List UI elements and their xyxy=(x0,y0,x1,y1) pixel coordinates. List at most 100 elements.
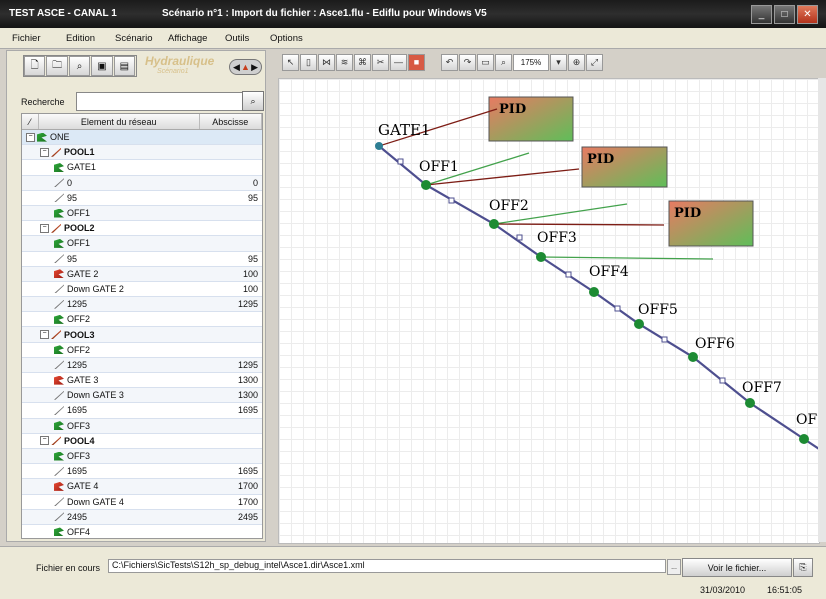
tree-row[interactable]: − POOL1 xyxy=(22,145,262,161)
tree-row-abscisse: 100 xyxy=(242,283,258,294)
select-box-icon[interactable]: ▭ xyxy=(477,53,494,71)
tree-row[interactable]: OFF3 xyxy=(22,418,262,434)
expand-toggle-icon[interactable]: − xyxy=(26,132,35,142)
tree-row[interactable]: OFF1 xyxy=(22,236,262,252)
node-icon xyxy=(54,345,64,355)
expand-toggle-icon[interactable]: − xyxy=(40,436,49,446)
tree-row[interactable]: Down GATE 4 1700 xyxy=(22,495,262,510)
tree-row[interactable]: 2495 2495 xyxy=(22,509,262,525)
vertical-scrollbar[interactable] xyxy=(818,78,826,542)
right-arrow-icon[interactable]: ▶ xyxy=(251,62,258,73)
search-binoculars-icon[interactable]: ⌕ xyxy=(242,91,264,111)
menu-outils[interactable]: Outils xyxy=(225,33,249,44)
node-tool-icon[interactable]: ⋈ xyxy=(318,53,335,71)
zoom-select[interactable]: 175% xyxy=(513,53,549,71)
tree-row[interactable]: OFF4 xyxy=(22,525,262,538)
pid-label-1: PID xyxy=(499,102,526,117)
network-tree[interactable]: ⁄ Element du réseau Abscisse − ONE − POOL1 G… xyxy=(21,113,263,539)
menu-options[interactable]: Options xyxy=(270,33,303,44)
line-tool-icon[interactable]: — xyxy=(390,53,407,71)
branch-tool-icon[interactable]: ⌘ xyxy=(354,53,371,71)
select-icon[interactable]: ↖ xyxy=(282,53,299,71)
tree-row[interactable]: OFF1 xyxy=(22,205,262,222)
slash-icon xyxy=(54,193,64,203)
pool-icon xyxy=(51,223,61,233)
undo-icon[interactable]: ↶ xyxy=(441,53,458,71)
new-icon[interactable]: 🗋 xyxy=(24,56,46,76)
tree-row[interactable]: 95 95 xyxy=(22,191,262,206)
tree-row[interactable]: GATE 3 1300 xyxy=(22,373,262,389)
search-input[interactable] xyxy=(76,92,244,111)
aux-button[interactable]: ⎘ xyxy=(793,558,813,577)
sidebar-toolbar: 🗋 🗀 ⌕ ▣ ▤ xyxy=(23,55,137,77)
zoom-dropdown-icon[interactable]: ▾ xyxy=(550,53,567,71)
close-button[interactable]: ✕ xyxy=(797,5,818,24)
tree-row-label: 1695 xyxy=(67,466,88,477)
node-off6[interactable] xyxy=(688,352,698,362)
link-tool-icon[interactable]: ≋ xyxy=(336,53,353,71)
menu-scenario[interactable]: Scénario xyxy=(115,33,153,44)
bottom-bar: Fichier en cours C:\Fichiers\SicTests\S1… xyxy=(0,546,826,599)
zoom-icon[interactable]: ⌕ xyxy=(495,53,512,71)
left-arrow-icon[interactable]: ◀ xyxy=(233,62,240,73)
node-off4[interactable] xyxy=(589,287,599,297)
node-off2[interactable] xyxy=(489,219,499,229)
tree-row[interactable]: GATE 2 100 xyxy=(22,266,262,282)
menu-affichage[interactable]: Affichage xyxy=(168,33,207,44)
maximize-button[interactable]: □ xyxy=(774,5,795,24)
diagram-canvas[interactable]: PID PID PID GATE1 OFF1 OFF2 OFF3 OFF4 OF… xyxy=(278,78,820,544)
file-path-field[interactable]: C:\Fichiers\SicTests\S12h_sp_debug_intel… xyxy=(108,559,666,573)
gate-tool-icon[interactable]: ▯ xyxy=(300,53,317,71)
tree-row[interactable]: 1295 1295 xyxy=(22,297,262,313)
expand-toggle-icon[interactable]: − xyxy=(40,330,49,340)
expand-toggle-icon[interactable]: − xyxy=(40,223,49,233)
pid-block-3[interactable]: PID xyxy=(668,200,754,247)
menu-edition[interactable]: Edition xyxy=(66,33,95,44)
menu-fichier[interactable]: Fichier xyxy=(12,33,41,44)
browse-button[interactable]: ... xyxy=(667,559,681,575)
tree-row[interactable]: − POOL2 xyxy=(22,221,262,237)
tree-row-element: GATE 3 xyxy=(22,375,219,385)
tree-row[interactable]: 1695 1695 xyxy=(22,403,262,419)
fit-icon[interactable]: ⤢ xyxy=(586,53,603,71)
tree-row[interactable]: OFF2 xyxy=(22,312,262,328)
tree-row[interactable]: 00 xyxy=(22,175,262,191)
tree-row[interactable]: − POOL3 xyxy=(22,327,262,343)
network-diagram[interactable]: PID PID PID GATE1 OFF1 OFF2 OFF3 OFF4 OF… xyxy=(279,79,820,543)
node-off1[interactable] xyxy=(421,180,431,190)
node-off3[interactable] xyxy=(536,252,546,262)
save-icon[interactable]: ▣ xyxy=(91,56,113,76)
up-arrow-icon[interactable]: ▲ xyxy=(241,62,250,72)
folder-icon[interactable]: 🗀 xyxy=(46,56,68,76)
tree-row[interactable]: 1295 1295 xyxy=(22,357,262,373)
node-gate1[interactable] xyxy=(375,142,383,150)
voir-fichier-button[interactable]: Voir le fichier... xyxy=(682,558,792,577)
node-off8[interactable] xyxy=(799,434,809,444)
tree-row[interactable]: − POOL4 xyxy=(22,434,262,449)
tree-row[interactable]: OFF2 xyxy=(22,343,262,358)
tree-row[interactable]: GATE 4 1700 xyxy=(22,479,262,495)
pid-block-2[interactable]: PID xyxy=(581,146,668,188)
slash-icon xyxy=(54,497,64,507)
node-off7[interactable] xyxy=(745,398,755,408)
tree-row[interactable]: Down GATE 2 100 xyxy=(22,282,262,298)
zoom-in-icon[interactable]: ⊕ xyxy=(568,53,585,71)
pid-block-1[interactable]: PID xyxy=(488,96,574,142)
node-off5[interactable] xyxy=(634,319,644,329)
navigation-arrows[interactable]: ◀ ▲ ▶ xyxy=(229,59,262,75)
record-icon[interactable]: ■ xyxy=(408,53,425,71)
minimize-button[interactable]: _ xyxy=(751,5,772,24)
tree-row[interactable]: GATE1 xyxy=(22,160,262,176)
expand-toggle-icon[interactable]: − xyxy=(40,147,49,157)
tree-row[interactable]: Down GATE 3 1300 xyxy=(22,388,262,404)
cut-icon[interactable]: ✂ xyxy=(372,53,389,71)
redo-icon[interactable]: ↷ xyxy=(459,53,476,71)
tree-row-element: OFF1 xyxy=(22,238,219,248)
tree-row-label: 1695 xyxy=(67,405,88,416)
tree-row[interactable]: 1695 1695 xyxy=(22,464,262,480)
tree-row[interactable]: − ONE xyxy=(22,130,262,146)
tree-row[interactable]: OFF3 xyxy=(22,448,262,465)
tree-row[interactable]: 95 95 xyxy=(22,252,262,267)
find-icon[interactable]: ⌕ xyxy=(68,56,91,76)
export-icon[interactable]: ▤ xyxy=(113,56,136,76)
